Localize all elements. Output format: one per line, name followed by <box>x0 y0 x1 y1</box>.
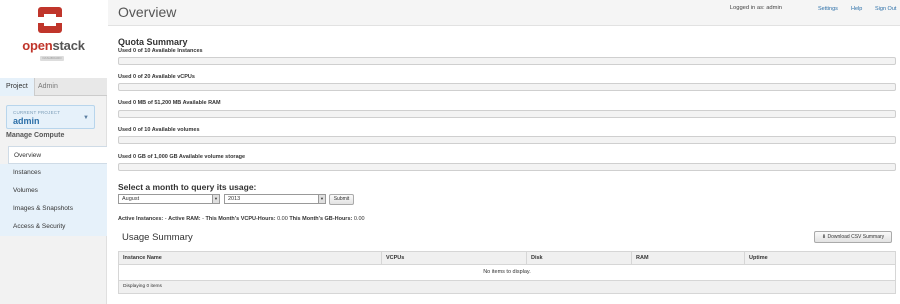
brand-subtitle: DASHBOARD <box>40 56 64 61</box>
usage-table: Instance Name VCPUs Disk RAM Uptime No i… <box>118 251 896 294</box>
year-select-value: 2013 <box>228 196 241 202</box>
section-title-manage-compute: Manage Compute <box>6 132 65 139</box>
brand-name-prefix: open <box>22 38 53 53</box>
active-instances-value: - <box>164 216 167 222</box>
quota-ram-label: Used 0 MB of 51,200 MB Available RAM <box>118 100 221 106</box>
sidebar-item-overview[interactable]: Overview <box>8 146 107 164</box>
month-select-value: August <box>122 196 140 202</box>
page-title: Overview <box>118 4 177 20</box>
quota-volumes-bar <box>118 136 896 144</box>
help-link[interactable]: Help <box>851 6 862 12</box>
tab-project[interactable]: Project <box>0 78 35 96</box>
logged-in-user: Logged in as: admin <box>729 5 782 11</box>
chevron-down-icon: ▼ <box>83 115 89 121</box>
empty-table-message: No items to display. <box>118 265 896 281</box>
year-select[interactable]: 2013 ▼ <box>224 194 326 204</box>
sidebar-item-instances[interactable]: Instances <box>0 164 107 182</box>
active-ram-value: - <box>202 216 204 222</box>
download-icon: ⬇ <box>821 234 827 240</box>
active-instances-label: Active Instances: <box>118 216 164 222</box>
current-project-caption: CURRENT PROJECT <box>13 110 61 115</box>
column-header-disk[interactable]: Disk <box>526 252 631 264</box>
quota-volumes-label: Used 0 of 10 Available volumes <box>118 127 200 133</box>
usage-summary-title: Usage Summary <box>122 232 193 243</box>
brand-name: openstack <box>0 38 107 53</box>
usage-table-header: Instance Name VCPUs Disk RAM Uptime <box>118 251 896 265</box>
openstack-logo[interactable]: openstack DASHBOARD <box>0 0 107 78</box>
quota-ram-bar <box>118 110 896 118</box>
column-header-vcpus[interactable]: VCPUs <box>381 252 526 264</box>
gb-hours-value: 0.00 <box>353 216 365 222</box>
chevron-down-icon: ▼ <box>318 195 325 203</box>
column-header-ram[interactable]: RAM <box>631 252 744 264</box>
quota-vcpus-bar <box>118 83 896 91</box>
quota-storage-label: Used 0 GB of 1,000 GB Available volume s… <box>118 154 246 160</box>
brand-name-suffix: stack <box>52 38 85 53</box>
current-project-selector[interactable]: CURRENT PROJECT admin ▼ <box>6 105 95 129</box>
sidebar: openstack DASHBOARD Project Admin CURREN… <box>0 0 107 304</box>
vcpu-hours-label: This Month's VCPU-Hours: <box>205 216 276 222</box>
table-footer-count: Displaying 0 items <box>118 281 896 294</box>
download-csv-label: Download CSV Summary <box>827 234 885 240</box>
sidebar-nav: Overview Instances Volumes Images & Snap… <box>0 146 107 236</box>
chevron-down-icon: ▼ <box>212 195 219 203</box>
quota-vcpus-label: Used 0 of 20 Available vCPUs <box>118 74 195 80</box>
quota-summary-title: Quota Summary <box>118 37 188 47</box>
column-header-uptime[interactable]: Uptime <box>744 252 895 264</box>
main-content: Overview Logged in as: admin Settings He… <box>108 0 900 304</box>
sidebar-item-volumes[interactable]: Volumes <box>0 182 107 200</box>
usage-query-title: Select a month to query its usage: <box>118 182 257 192</box>
dashboard-tabs: Project Admin <box>0 78 107 96</box>
openstack-cube-icon <box>38 7 62 33</box>
tab-admin[interactable]: Admin <box>32 78 64 96</box>
gb-hours-label: This Month's GB-Hours: <box>289 216 353 222</box>
sign-out-link[interactable]: Sign Out <box>875 6 896 12</box>
sidebar-item-access-security[interactable]: Access & Security <box>0 218 107 236</box>
quota-instances-bar <box>118 57 896 65</box>
page-header: Overview Logged in as: admin Settings He… <box>108 0 900 26</box>
quota-storage-bar <box>118 163 896 171</box>
active-usage-stats: Active Instances: - Active RAM: - This M… <box>118 216 365 222</box>
active-ram-label: Active RAM: <box>168 216 201 222</box>
current-project-name: admin <box>13 116 40 126</box>
vcpu-hours-value: 0.00 <box>277 216 288 222</box>
submit-button[interactable]: Submit <box>329 194 354 205</box>
month-select[interactable]: August ▼ <box>118 194 220 204</box>
sidebar-item-images-snapshots[interactable]: Images & Snapshots <box>0 200 107 218</box>
quota-instances-label: Used 0 of 10 Available Instances <box>118 48 203 54</box>
column-header-instance-name[interactable]: Instance Name <box>119 252 381 264</box>
settings-link[interactable]: Settings <box>818 6 838 12</box>
download-csv-button[interactable]: ⬇ Download CSV Summary <box>814 231 892 243</box>
